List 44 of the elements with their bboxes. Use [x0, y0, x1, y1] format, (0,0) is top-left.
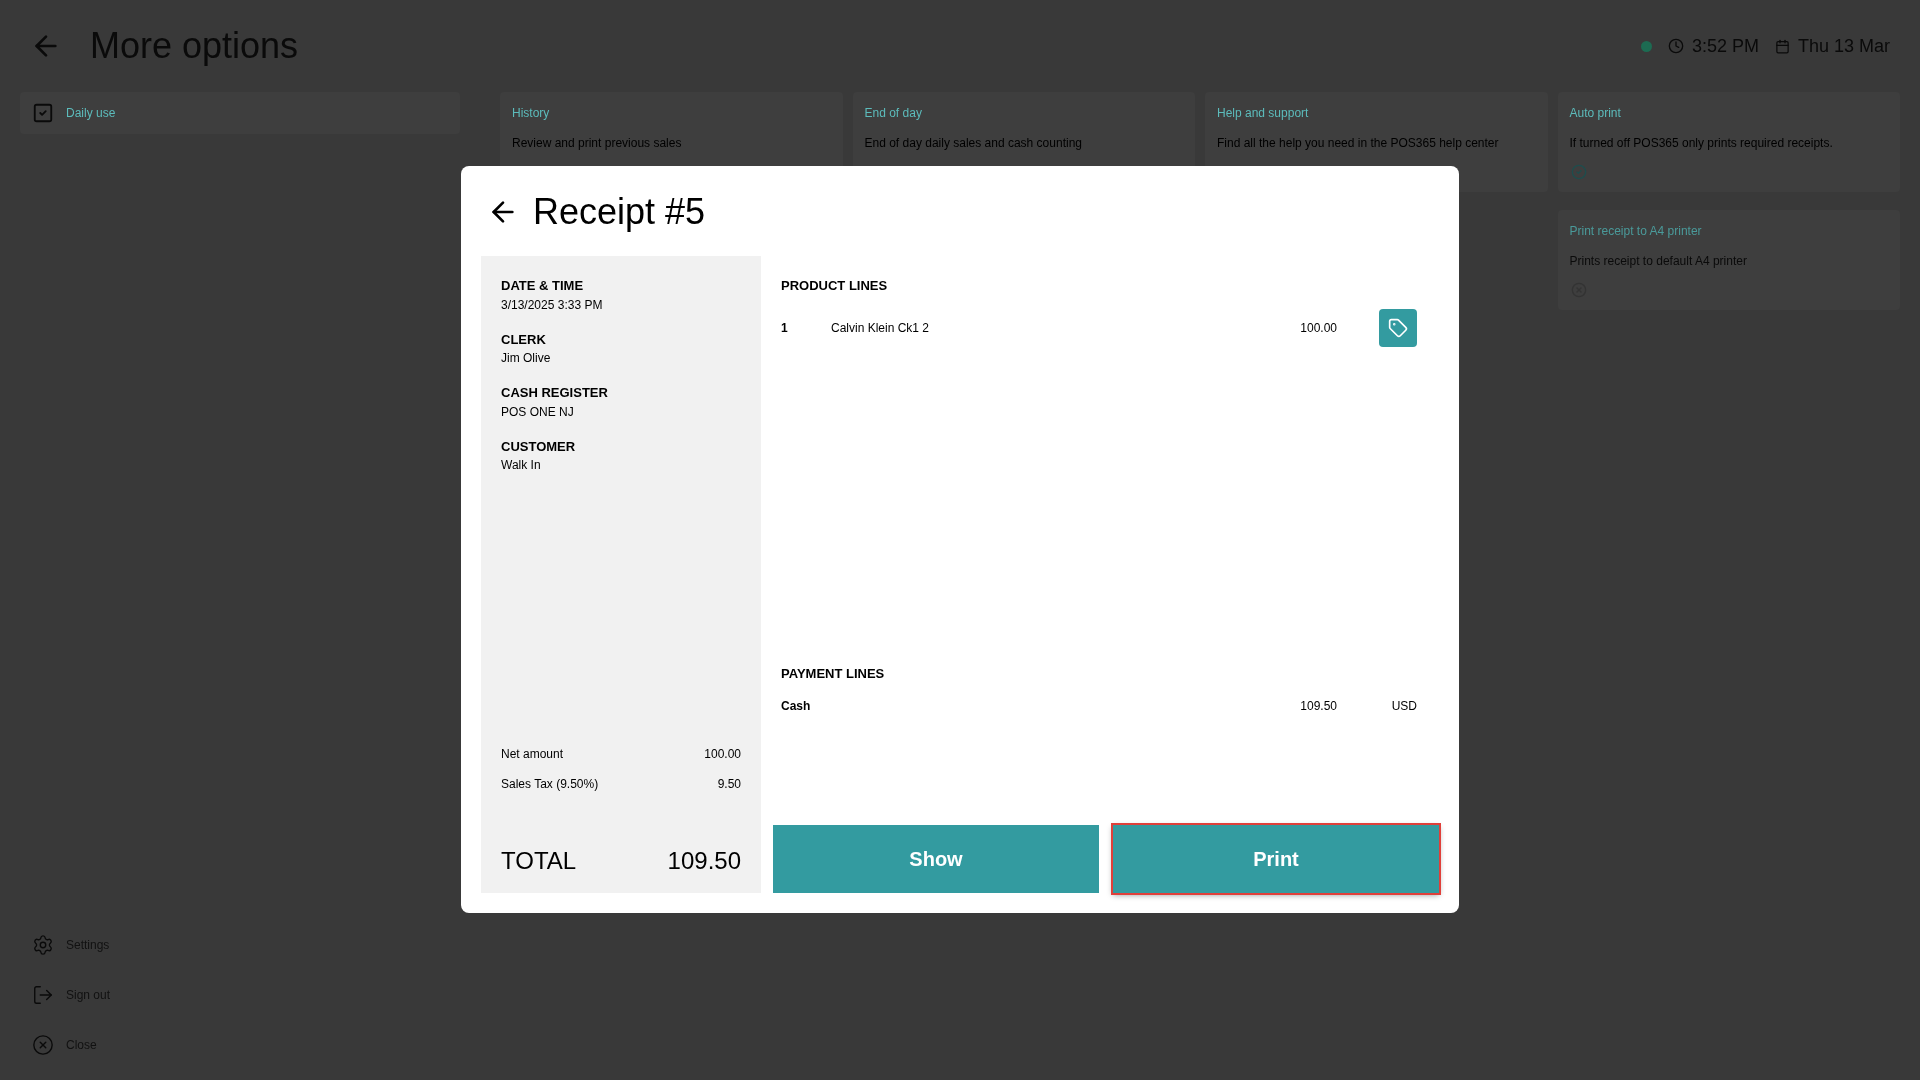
summary-value: 100.00 — [704, 746, 741, 763]
payment-currency: USD — [1390, 698, 1417, 715]
detail-value: 3/13/2025 3:33 PM — [501, 296, 604, 314]
checkbox-icon — [32, 102, 54, 124]
total-value: 109.50 — [667, 846, 741, 876]
card-description: Review and print previous sales — [512, 135, 683, 152]
section-heading: PAYMENT LINES — [781, 664, 886, 683]
detail-value: Jim Olive — [501, 350, 552, 367]
detail-label: DATE & TIME — [501, 277, 585, 295]
detail-label: CASH REGISTER — [501, 384, 609, 402]
dialog-title: Receipt #5 — [533, 190, 706, 234]
discount-tag-button[interactable] — [1379, 308, 1417, 347]
card-description: End of day daily sales and cash counting — [864, 135, 1083, 152]
calendar-icon — [1774, 38, 1790, 54]
card-title: Print receipt to A4 printer — [1569, 223, 1703, 240]
price-text: 100.00 — [1299, 319, 1337, 337]
detail-label: CUSTOMER — [501, 437, 577, 456]
show-button[interactable]: Show — [773, 825, 1099, 893]
summary-label: Sales Tax (9.50%) — [501, 776, 599, 793]
settings-icon — [32, 934, 54, 956]
product-name: Calvin Klein Ck1 2 — [831, 319, 931, 337]
card-title: Auto print — [1569, 105, 1622, 122]
card-description: If turned off POS365 only prints required receipts. — [1569, 135, 1834, 152]
close-icon — [32, 1034, 54, 1056]
summary-value: 9.50 — [717, 776, 741, 793]
detail-value: Walk In — [501, 457, 542, 474]
signout-icon — [32, 984, 54, 1006]
payment-amount: 109.50 — [1299, 698, 1337, 715]
detail-label: CLERK — [501, 330, 547, 349]
tag-icon — [1388, 317, 1408, 338]
quantity-text: 1 — [781, 319, 789, 337]
payment-method: Cash — [781, 698, 812, 715]
detail-value: POS ONE NJ — [501, 403, 575, 421]
total-label: TOTAL — [501, 846, 577, 876]
section-heading: PRODUCT LINES — [781, 277, 889, 295]
sidebar-item-label: Daily use — [66, 105, 116, 122]
card-title: End of day — [864, 105, 923, 122]
card-title: History — [512, 105, 551, 122]
clock-icon — [1667, 38, 1684, 54]
print-button[interactable]: Print — [1113, 825, 1439, 893]
option-card[interactable]: Auto print If turned off POS365 only prints required receipts. — [1557, 92, 1900, 192]
card-title: Help and support — [1217, 105, 1310, 122]
summary-label: Net amount — [501, 746, 564, 763]
sidebar-item[interactable]: Daily use — [20, 92, 460, 134]
